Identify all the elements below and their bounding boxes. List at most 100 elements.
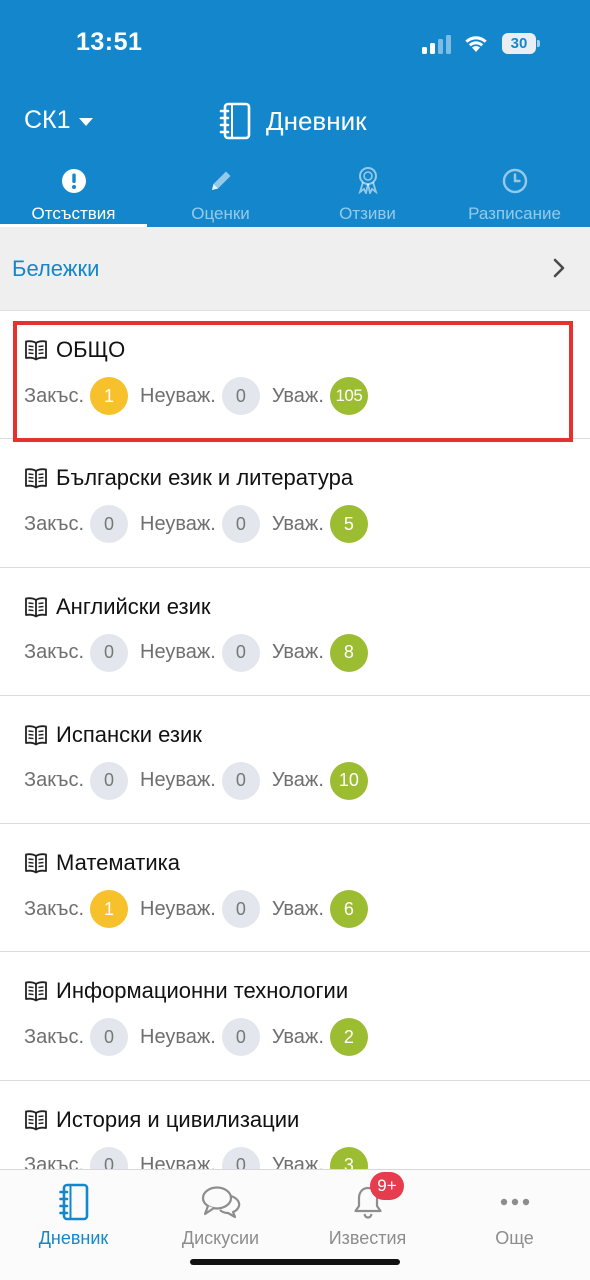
notification-count-badge: 9+	[370, 1172, 404, 1200]
book-icon	[25, 468, 47, 489]
exclamation-circle-icon	[61, 169, 86, 193]
unexcused-label: Неуваж.	[140, 897, 216, 920]
tab-feedback-label: Отзиви	[339, 204, 396, 223]
clock-icon	[502, 168, 527, 194]
top-tab-bar: Отсъствия Оценки Отзиви Разписание	[0, 160, 590, 227]
excused-count-badge: 6	[329, 890, 368, 929]
tab-grades[interactable]: Оценки	[147, 160, 294, 227]
tab-absences-label: Отсъствия	[31, 204, 116, 223]
list-item[interactable]: Математика Закъс. 1 Неуваж. 0 Уваж. 6	[0, 824, 590, 953]
tab-schedule[interactable]: Разписание	[441, 160, 588, 227]
list-item[interactable]: Български език и литература Закъс. 0 Неу…	[0, 439, 590, 568]
class-selector[interactable]: СК1	[24, 106, 93, 135]
class-selector-label: СК1	[24, 106, 71, 134]
late-count-badge: 0	[90, 1146, 129, 1169]
wifi-icon	[465, 36, 487, 52]
excused-label: Уваж.	[271, 512, 324, 535]
excused-label: Уваж.	[271, 1025, 324, 1048]
tab-absences[interactable]: Отсъствия	[0, 160, 147, 227]
unexcused-label: Неуваж.	[140, 641, 216, 664]
award-ribbon-icon	[357, 167, 378, 194]
unexcused-count-badge: 0	[221, 377, 260, 415]
excused-label: Уваж.	[271, 384, 324, 407]
unexcused-count-badge: 0	[221, 505, 260, 544]
excused-label: Уваж.	[271, 769, 324, 792]
list-item[interactable]: Английски език Закъс. 0 Неуваж. 0 Уваж. …	[0, 568, 590, 696]
pencil-icon	[211, 171, 230, 190]
excused-label: Уваж.	[271, 641, 324, 664]
chevron-right-icon	[553, 258, 565, 278]
late-label: Закъс.	[24, 641, 85, 664]
nav-discussions-label: Дискусии	[181, 1228, 260, 1248]
book-icon	[25, 853, 47, 874]
battery-level: 30	[502, 33, 536, 54]
late-count-badge: 1	[90, 890, 129, 929]
nav-notifications-label: Известия	[328, 1228, 407, 1248]
excused-label: Уваж.	[271, 897, 324, 920]
unexcused-count-badge: 0	[221, 1018, 260, 1057]
book-icon	[25, 1110, 47, 1131]
late-label: Закъс.	[24, 512, 85, 535]
late-label: Закъс.	[24, 384, 85, 407]
tab-feedback[interactable]: Отзиви	[294, 160, 441, 227]
excused-count-badge: 8	[329, 633, 368, 672]
tab-grades-label: Оценки	[191, 204, 250, 223]
subject-name: Английски език	[56, 593, 211, 619]
excused-count-badge: 105	[329, 377, 368, 415]
unexcused-count-badge: 0	[221, 890, 260, 929]
unexcused-label: Неуваж.	[140, 1154, 216, 1169]
cellular-signal-icon	[422, 34, 454, 54]
status-time: 13:51	[76, 28, 143, 56]
nav-more[interactable]: Още	[441, 1182, 588, 1249]
page-title: Дневник	[218, 102, 367, 140]
app-header: 13:51 30 СК1 Дневник Отсъствия Оценки От…	[0, 0, 590, 227]
subject-name: История и цивилизации	[56, 1106, 300, 1132]
late-count-badge: 1	[90, 377, 129, 415]
chat-bubbles-icon	[201, 1186, 240, 1219]
late-label: Закъс.	[24, 1154, 85, 1169]
nav-discussions[interactable]: Дискусии	[147, 1182, 294, 1249]
subject-name: Информационни технологии	[56, 978, 349, 1004]
page-title-text: Дневник	[266, 105, 367, 136]
unexcused-label: Неуваж.	[140, 512, 216, 535]
more-dots-icon	[500, 1198, 529, 1206]
late-count-badge: 0	[90, 505, 129, 544]
battery-icon: 30	[502, 33, 540, 54]
late-label: Закъс.	[24, 1025, 85, 1048]
book-icon	[25, 981, 47, 1002]
excused-count-badge: 5	[329, 505, 368, 544]
list-item[interactable]: ОБЩО Закъс. 1 Неуваж. 0 Уваж. 105	[0, 311, 590, 440]
subject-name: Испански език	[56, 721, 202, 747]
home-indicator[interactable]	[190, 1259, 400, 1265]
book-icon	[25, 596, 47, 617]
late-count-badge: 0	[90, 633, 129, 672]
subject-name: ОБЩО	[56, 337, 126, 362]
list-item[interactable]: История и цивилизации Закъс. 0 Неуваж. 0…	[0, 1081, 590, 1169]
notebook-icon	[58, 1183, 88, 1221]
excused-label: Уваж.	[271, 1154, 324, 1169]
book-icon	[25, 725, 47, 746]
nav-diary-label: Дневник	[38, 1228, 109, 1248]
unexcused-count-badge: 0	[221, 633, 260, 672]
excused-count-badge: 10	[329, 761, 368, 800]
late-count-badge: 0	[90, 761, 129, 800]
list-item[interactable]: Испански език Закъс. 0 Неуваж. 0 Уваж. 1…	[0, 696, 590, 825]
list-item[interactable]: Информационни технологии Закъс. 0 Неуваж…	[0, 952, 590, 1081]
nav-more-label: Още	[495, 1228, 534, 1248]
excused-count-badge: 3	[329, 1146, 368, 1169]
notebook-icon	[219, 102, 251, 140]
caret-down-icon	[78, 117, 93, 126]
unexcused-label: Неуваж.	[140, 769, 216, 792]
unexcused-count-badge: 0	[221, 1146, 260, 1169]
tab-schedule-label: Разписание	[468, 204, 561, 223]
notes-label: Бележки	[12, 256, 100, 281]
late-count-badge: 0	[90, 1018, 129, 1057]
subject-name: Математика	[56, 850, 180, 876]
nav-notifications[interactable]: 9+ Известия	[294, 1172, 441, 1249]
late-label: Закъс.	[24, 897, 85, 920]
nav-diary[interactable]: Дневник	[0, 1182, 147, 1249]
notes-row[interactable]: Бележки	[0, 227, 590, 311]
excused-count-badge: 2	[329, 1018, 368, 1057]
subject-list: ОБЩО Закъс. 1 Неуваж. 0 Уваж. 105 Българ…	[0, 311, 590, 1169]
unexcused-count-badge: 0	[221, 761, 260, 800]
